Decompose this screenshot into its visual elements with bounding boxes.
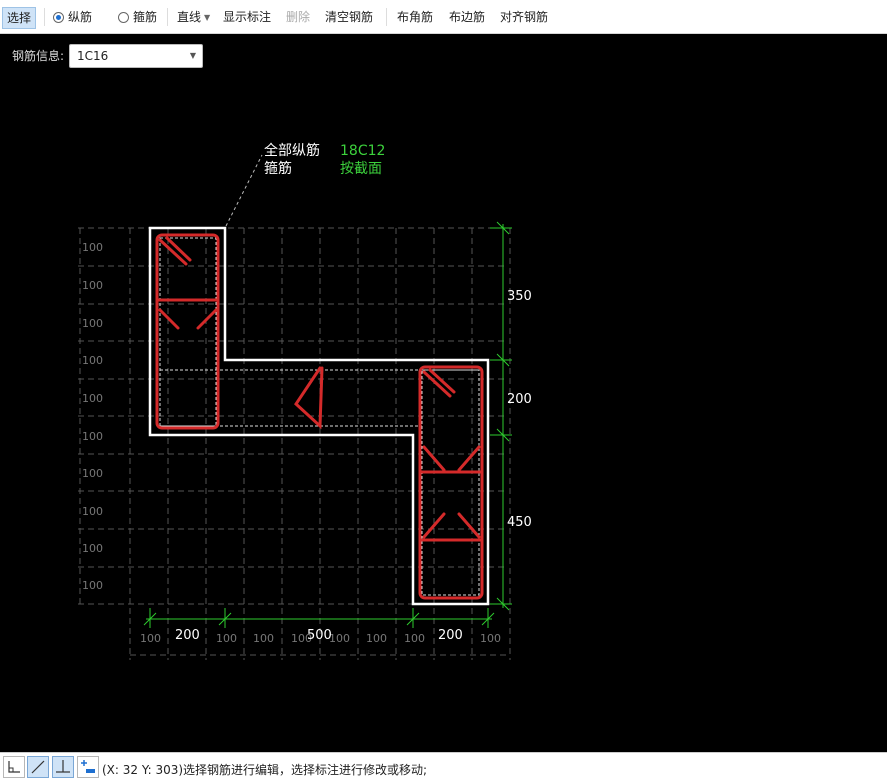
rebar-diagonal: [457, 512, 481, 539]
all-long-value: 18C12: [340, 143, 385, 159]
stirrup-value: 按截面: [340, 161, 382, 177]
dimension-bottom[interactable]: [143, 608, 495, 628]
corner-snap-icon: [8, 761, 20, 773]
radio-longitudinal-label: 纵筋: [68, 10, 93, 24]
toolbar-separator: [44, 8, 45, 26]
show-dims-button[interactable]: 显示标注: [223, 6, 271, 28]
dim-right-2: 200: [507, 392, 532, 407]
rebar-diagonal: [158, 308, 180, 330]
stirrup-right: [418, 365, 484, 600]
dim-bottom-3: 200: [438, 628, 463, 643]
dropdown-arrow-icon: ▼: [204, 13, 211, 22]
perpendicular-icon: [56, 760, 70, 773]
drawing-canvas[interactable]: 100 100 100 100 100 100 100 100 100 100 …: [0, 35, 887, 752]
grid-label: 100: [366, 632, 387, 645]
grid-label: 100: [82, 579, 103, 592]
grid-label: 100: [82, 392, 103, 405]
grid-label: 100: [404, 632, 425, 645]
align-rebar-button[interactable]: 对齐钢筋: [500, 6, 548, 28]
status-text: (X: 32 Y: 303)选择钢筋进行编辑，选择标注进行修改或移动;: [102, 763, 428, 777]
select-button[interactable]: 选择: [2, 7, 37, 29]
radio-longitudinal[interactable]: 纵筋: [53, 6, 92, 28]
grid-label: 100: [480, 632, 501, 645]
grid-label: 100: [82, 241, 103, 254]
add-dimension-button[interactable]: [77, 756, 99, 778]
delete-button[interactable]: 删除: [286, 6, 310, 28]
grid-label: 100: [82, 279, 103, 292]
grid-label: 100: [82, 317, 103, 330]
radio-stirrup-label: 箍筋: [133, 10, 158, 24]
toolbar: 选择 纵筋 箍筋 直线 ▼ 显示标注 删除 清空钢筋 布角筋 布边筋 对齐钢筋: [0, 0, 887, 34]
rebar-diagonal: [457, 445, 481, 472]
grid-label: 100: [216, 632, 237, 645]
grid-label: 100: [329, 632, 350, 645]
toolbar-separator: [386, 8, 387, 26]
edge-rebar-button[interactable]: 布边筋: [449, 6, 485, 28]
radio-checked-icon: [53, 12, 64, 23]
middle-triangle-tie: [294, 366, 324, 430]
dim-right-3: 450: [507, 515, 532, 530]
toolbar-separator: [167, 8, 168, 26]
annotation[interactable]: 全部纵筋 18C12 箍筋 按截面: [264, 142, 385, 177]
grid-label: 100: [82, 467, 103, 480]
grid-label: 100: [82, 354, 103, 367]
grid-label: 100: [82, 542, 103, 555]
dim-bottom-1: 200: [175, 628, 200, 643]
all-long-label: 全部纵筋: [264, 142, 320, 159]
dim-right-1: 350: [507, 289, 532, 304]
grid-label: 100: [140, 632, 161, 645]
radio-stirrup[interactable]: 箍筋: [118, 6, 157, 28]
diagonal-line-icon: [31, 760, 45, 774]
grid-label: 100: [82, 505, 103, 518]
dimension-right-labels[interactable]: 350 200 450: [507, 289, 532, 530]
radio-unchecked-icon: [118, 12, 129, 23]
annotation-leader: [225, 154, 263, 227]
grid-label: 100: [82, 430, 103, 443]
perpendicular-button[interactable]: [52, 756, 74, 778]
line-label: 直线: [177, 10, 202, 24]
clear-rebar-button[interactable]: 清空钢筋: [325, 6, 373, 28]
grid-label: 100: [253, 632, 274, 645]
corner-snap-button[interactable]: [3, 756, 25, 778]
status-bar: (X: 32 Y: 303)选择钢筋进行编辑，选择标注进行修改或移动;: [0, 752, 887, 782]
corner-rebar-button[interactable]: 布角筋: [397, 6, 433, 28]
stirrup-left: [155, 233, 220, 430]
line-dropdown-button[interactable]: 直线 ▼: [177, 6, 210, 28]
stirrup-label: 箍筋: [264, 160, 292, 177]
add-dimension-icon: [81, 760, 95, 773]
dim-bottom-2: 500: [307, 628, 332, 643]
diagonal-line-button[interactable]: [27, 756, 49, 778]
rebar-diagonal: [196, 308, 218, 330]
